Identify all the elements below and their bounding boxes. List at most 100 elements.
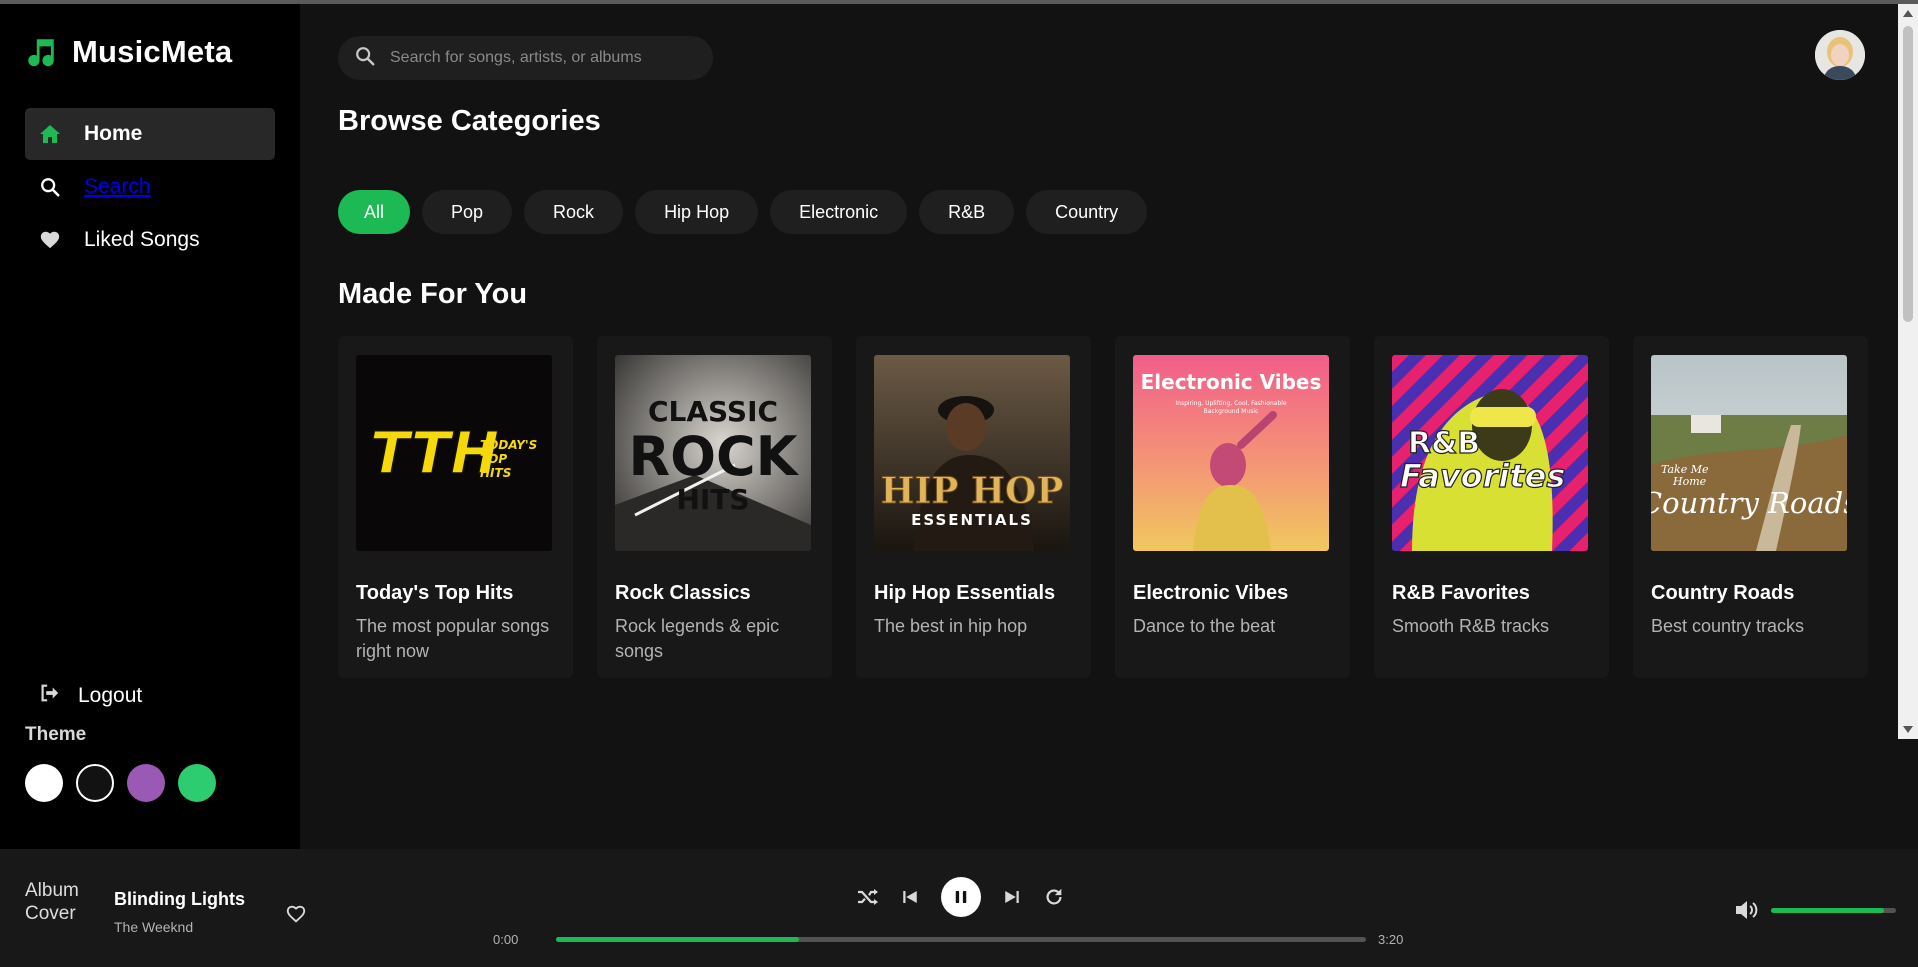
category-chip-hip-hop[interactable]: Hip Hop xyxy=(635,190,759,234)
theme-swatch-white[interactable] xyxy=(25,764,63,802)
playlist-cover: TTH TODAY'S TOP HITS xyxy=(356,355,552,551)
logout-button[interactable]: Logout xyxy=(38,682,142,710)
sidebar-item-label: Liked Songs xyxy=(84,228,200,251)
playlist-title: Electronic Vibes xyxy=(1133,582,1289,604)
sidebar: MusicMeta Home Search Liked Songs Logout… xyxy=(0,4,300,849)
search-icon xyxy=(354,45,376,72)
home-icon xyxy=(38,122,62,146)
theme-title: Theme xyxy=(25,724,87,745)
playlist-title: Hip Hop Essentials xyxy=(874,582,1056,604)
svg-text:TOP: TOP xyxy=(480,452,507,466)
user-avatar[interactable] xyxy=(1815,30,1865,80)
sidebar-item-label: Home xyxy=(84,122,143,145)
playlist-description: Best country tracks xyxy=(1651,616,1805,636)
category-chips: All Pop Rock Hip Hop Electronic R&B Coun… xyxy=(338,190,1148,234)
playlist-card-todays-top-hits[interactable]: TTH TODAY'S TOP HITS Today's Top Hits Th… xyxy=(338,336,573,678)
svg-text:CLASSIC: CLASSIC xyxy=(648,395,778,428)
logout-icon xyxy=(38,682,60,710)
pause-button[interactable] xyxy=(941,877,981,917)
playlist-card-country-roads[interactable]: Take Me Home Country Roads Country Roads… xyxy=(1633,336,1868,678)
browse-categories-title: Browse Categories xyxy=(338,105,601,137)
app-logo[interactable]: MusicMeta xyxy=(24,34,232,70)
page-scrollbar[interactable] xyxy=(1898,4,1918,739)
svg-text:Country Roads: Country Roads xyxy=(1651,486,1847,520)
current-time: 0:00 xyxy=(493,932,519,947)
playlist-title: Country Roads xyxy=(1651,582,1795,604)
sidebar-item-home[interactable]: Home xyxy=(25,108,275,160)
scroll-up-arrow-icon[interactable] xyxy=(1903,10,1913,17)
category-chip-pop[interactable]: Pop xyxy=(422,190,513,234)
category-chip-rnb[interactable]: R&B xyxy=(919,190,1015,234)
playlist-cover: Take Me Home Country Roads xyxy=(1651,355,1847,551)
playlist-card-rock-classics[interactable]: CLASSIC ROCK HITS Rock Classics Rock leg… xyxy=(597,336,832,678)
playlist-description: The most popular songs right now xyxy=(356,616,550,661)
theme-swatches xyxy=(25,764,216,802)
svg-text:R&B: R&B xyxy=(1408,426,1480,461)
category-chip-rock[interactable]: Rock xyxy=(524,190,624,234)
made-for-you-title: Made For You xyxy=(338,278,528,310)
sidebar-item-label[interactable]: Search xyxy=(84,175,151,199)
playlist-card-rnb-favorites[interactable]: R&B Favorites R&B Favorites Smooth R&B t… xyxy=(1374,336,1609,678)
scroll-down-arrow-icon[interactable] xyxy=(1903,726,1913,733)
svg-text:HITS: HITS xyxy=(480,466,511,480)
music-note-icon xyxy=(24,35,58,69)
playlist-description: The best in hip hop xyxy=(874,616,1028,636)
search-bar[interactable] xyxy=(338,36,713,80)
previous-track-icon[interactable] xyxy=(901,888,919,906)
playlist-card-electronic-vibes[interactable]: Electronic Vibes Inspiring, Uplifting, C… xyxy=(1115,336,1350,678)
theme-swatch-green[interactable] xyxy=(178,764,216,802)
playlist-description: Dance to the beat xyxy=(1133,616,1276,636)
svg-text:HIP HOP: HIP HOP xyxy=(881,470,1064,512)
player-bar: Album Cover Blinding Lights The Weeknd 0… xyxy=(0,849,1918,967)
volume-icon[interactable] xyxy=(1734,899,1760,926)
playlist-description: Smooth R&B tracks xyxy=(1392,616,1550,636)
svg-text:Favorites: Favorites xyxy=(1400,457,1565,495)
svg-text:ESSENTIALS: ESSENTIALS xyxy=(911,511,1033,529)
next-track-icon[interactable] xyxy=(1003,888,1021,906)
now-playing-artist: The Weeknd xyxy=(114,919,194,935)
logout-label: Logout xyxy=(78,684,143,707)
sidebar-nav: Home Search Liked Songs xyxy=(25,108,275,267)
volume-slider[interactable] xyxy=(1771,908,1896,913)
category-chip-country[interactable]: Country xyxy=(1026,190,1148,234)
svg-text:Electronic Vibes: Electronic Vibes xyxy=(1141,370,1322,394)
playlist-title: R&B Favorites xyxy=(1392,582,1530,604)
volume-fill xyxy=(1771,908,1884,913)
pause-icon xyxy=(955,891,967,903)
theme-swatch-dark[interactable] xyxy=(76,764,114,802)
svg-text:Inspiring, Uplifting, Cool, Fa: Inspiring, Uplifting, Cool, Fashionable xyxy=(1175,400,1287,407)
playlist-cover: R&B Favorites xyxy=(1392,355,1588,551)
playlist-cover: CLASSIC ROCK HITS xyxy=(615,355,811,551)
playlist-title: Today's Top Hits xyxy=(356,582,514,604)
sidebar-item-search[interactable]: Search xyxy=(25,161,275,213)
playback-controls xyxy=(855,877,1065,917)
now-playing-title: Blinding Lights xyxy=(114,889,245,909)
progress-fill xyxy=(556,937,799,942)
sidebar-item-liked-songs[interactable]: Liked Songs xyxy=(25,214,275,266)
app-name: MusicMeta xyxy=(72,34,233,69)
repeat-icon[interactable] xyxy=(1043,886,1065,908)
svg-text:HITS: HITS xyxy=(676,483,749,516)
svg-text:TODAY'S: TODAY'S xyxy=(480,438,537,452)
playlist-title: Rock Classics xyxy=(615,582,751,604)
like-heart-icon[interactable] xyxy=(285,903,307,930)
search-icon xyxy=(38,175,62,199)
svg-text:Background Music: Background Music xyxy=(1204,408,1259,415)
svg-text:ROCK: ROCK xyxy=(629,425,800,488)
progress-bar[interactable] xyxy=(556,937,1366,942)
shuffle-icon[interactable] xyxy=(855,885,879,909)
theme-swatch-purple[interactable] xyxy=(127,764,165,802)
heart-icon xyxy=(38,228,62,252)
playlist-card-hip-hop-essentials[interactable]: HIP HOP ESSENTIALS Hip Hop Essentials Th… xyxy=(856,336,1091,678)
category-chip-electronic[interactable]: Electronic xyxy=(770,190,908,234)
main-content: Browse Categories All Pop Rock Hip Hop E… xyxy=(300,4,1898,849)
playlist-cards: TTH TODAY'S TOP HITS Today's Top Hits Th… xyxy=(338,336,1868,678)
playlist-description: Rock legends & epic songs xyxy=(615,616,780,661)
scrollbar-thumb[interactable] xyxy=(1903,26,1913,322)
album-cover-image: Album Cover xyxy=(25,880,79,924)
duration: 3:20 xyxy=(1378,932,1404,947)
playlist-cover: HIP HOP ESSENTIALS xyxy=(874,355,1070,551)
category-chip-all[interactable]: All xyxy=(338,190,411,234)
search-input[interactable] xyxy=(390,49,690,67)
playlist-cover: Electronic Vibes Inspiring, Uplifting, C… xyxy=(1133,355,1329,551)
